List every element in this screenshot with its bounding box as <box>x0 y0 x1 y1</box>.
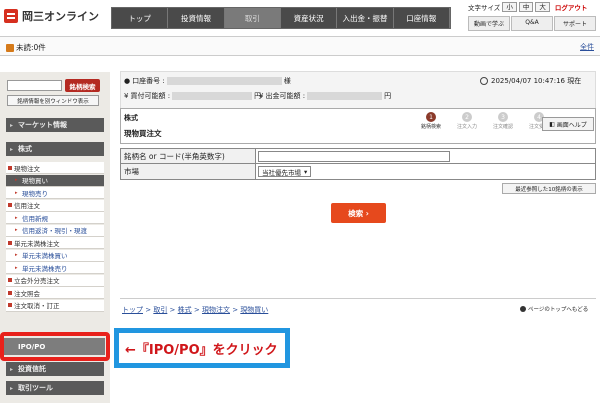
search-button[interactable]: 検索 › <box>331 203 386 223</box>
page-title: 現物買注文 <box>124 129 162 138</box>
breadcrumb: トップ > 取引 > 株式 > 現物注文 > 現物買い <box>122 306 269 314</box>
stock-search-input[interactable] <box>7 80 62 91</box>
global-nav: トップ 投資情報 取引 資産状況 入出金・振替 口座情報 <box>111 7 451 29</box>
breadcrumb-link[interactable]: 現物買い <box>240 306 268 314</box>
size-large-button[interactable]: 大 <box>535 2 550 12</box>
step-number: 1 <box>426 112 436 122</box>
step-indicator: 1 銘柄検索 2 注文入力 3 注文確認 4 注文受付 <box>420 112 550 130</box>
step-label: 注文確認 <box>492 124 513 130</box>
annotation-callout: ←『IPO/PO』をクリック <box>114 328 290 368</box>
divider <box>120 298 596 299</box>
section-label: 株式 <box>124 114 138 122</box>
chevron-down-icon: ▾ <box>304 167 308 176</box>
breadcrumb-link[interactable]: 株式 <box>178 306 192 314</box>
sidebar-item[interactable]: 信用返済・現引・現渡 <box>6 224 104 237</box>
sidebar-item[interactable]: 単元未満株売り <box>6 262 104 274</box>
logo: 岡三オンライン <box>4 7 99 25</box>
account-number: ● 口座番号 :様 <box>124 77 291 85</box>
nav-trade[interactable]: 取引 <box>224 8 281 28</box>
unread-notice[interactable]: 未読:0件 <box>6 42 46 53</box>
nav-account[interactable]: 口座情報 <box>394 8 450 28</box>
step-number: 3 <box>498 112 508 122</box>
buying-power: ¥ 買付可能額 :円 <box>124 92 262 100</box>
sidebar-item[interactable]: 単元未満株買い <box>6 249 104 262</box>
mail-icon <box>6 43 14 52</box>
stock-search-button[interactable]: 銘柄検索 <box>65 79 100 92</box>
step-number: 2 <box>462 112 472 122</box>
support-link[interactable]: サポート <box>554 16 596 31</box>
timestamp: 2025/04/07 10:47:16 現在 <box>480 76 581 86</box>
highlight-box <box>0 332 110 361</box>
yen-icon: ¥ <box>124 92 129 100</box>
arrow-icon: › <box>365 208 369 218</box>
market-select[interactable]: 当社優先市場 ▾ <box>258 166 312 177</box>
logout-link[interactable]: ログアウト <box>555 2 588 12</box>
sidebar-item[interactable]: 単元未満株注文 <box>6 237 104 249</box>
help-icon: ◧ <box>549 120 555 128</box>
yen-icon: ¥ <box>259 92 264 100</box>
code-row: 銘柄名 or コード(半角英数字) <box>121 149 595 164</box>
sidebar-item[interactable]: 立会外分売注文 <box>6 274 104 287</box>
sidebar-item[interactable]: 現物買い <box>6 174 104 187</box>
help-button[interactable]: ◧ 画面ヘルプ <box>542 117 594 131</box>
breadcrumb-link[interactable]: 取引 <box>153 306 167 314</box>
nav-assets[interactable]: 資産状況 <box>281 8 338 28</box>
sidebar-stocks[interactable]: 株式 <box>6 142 104 156</box>
order-form: 銘柄名 or コード(半角英数字) 市場 当社優先市場 ▾ <box>120 148 596 180</box>
size-small-button[interactable]: 小 <box>502 2 517 12</box>
step-item: 2 注文入力 <box>456 112 478 130</box>
utility-links: 動画で学ぶ Q&A サポート <box>468 16 596 31</box>
step-label: 注文入力 <box>456 124 477 130</box>
user-icon: ● <box>124 77 131 85</box>
sidebar-item[interactable]: 注文照会 <box>6 287 104 299</box>
clock-icon <box>480 77 488 85</box>
sidebar-item[interactable]: 信用注文 <box>6 199 104 212</box>
market-label: 市場 <box>121 164 256 179</box>
code-input[interactable] <box>258 150 450 162</box>
logo-icon <box>4 9 18 23</box>
up-icon <box>520 306 526 312</box>
video-link[interactable]: 動画で学ぶ <box>468 16 510 31</box>
nav-top[interactable]: トップ <box>112 8 169 28</box>
qa-link[interactable]: Q&A <box>511 16 553 31</box>
sidebar-item[interactable]: 現物注文 <box>6 162 104 174</box>
breadcrumb-link[interactable]: トップ <box>122 306 143 314</box>
sidebar-trading-tools[interactable]: 取引ツール <box>6 381 104 395</box>
step-label: 銘柄検索 <box>420 124 441 130</box>
sidebar-item[interactable]: 注文取消・訂正 <box>6 299 104 312</box>
recent-stocks-button[interactable]: 最近参照した10銘柄の表示 <box>502 183 596 194</box>
sidebar-investment-trust[interactable]: 投資信託 <box>6 362 104 376</box>
withdraw-power: ¥ 出金可能額 :円 <box>259 92 392 100</box>
nav-deposit[interactable]: 入出金・振替 <box>337 8 394 28</box>
text-size-bar: 文字サイズ 小 中 大 ログアウト <box>468 2 588 12</box>
market-row: 市場 当社優先市場 ▾ <box>121 164 595 179</box>
open-new-window-button[interactable]: 銘柄情報を別ウィンドウ表示 <box>7 95 99 106</box>
notice-bar <box>0 36 600 56</box>
breadcrumb-link[interactable]: 現物注文 <box>202 306 230 314</box>
nav-invest-info[interactable]: 投資情報 <box>168 8 225 28</box>
sidebar-item[interactable]: 現物売り <box>6 187 104 199</box>
all-notices-link[interactable]: 全件 <box>580 42 594 52</box>
step-item: 1 銘柄検索 <box>420 112 442 130</box>
step-item: 3 注文確認 <box>492 112 514 130</box>
page-top-link[interactable]: ページのトップへもどる <box>520 305 588 313</box>
size-medium-button[interactable]: 中 <box>518 2 534 12</box>
sidebar-item[interactable]: 信用新規 <box>6 212 104 224</box>
code-label: 銘柄名 or コード(半角英数字) <box>121 149 256 163</box>
sidebar-market-info[interactable]: マーケット情報 <box>6 118 104 132</box>
